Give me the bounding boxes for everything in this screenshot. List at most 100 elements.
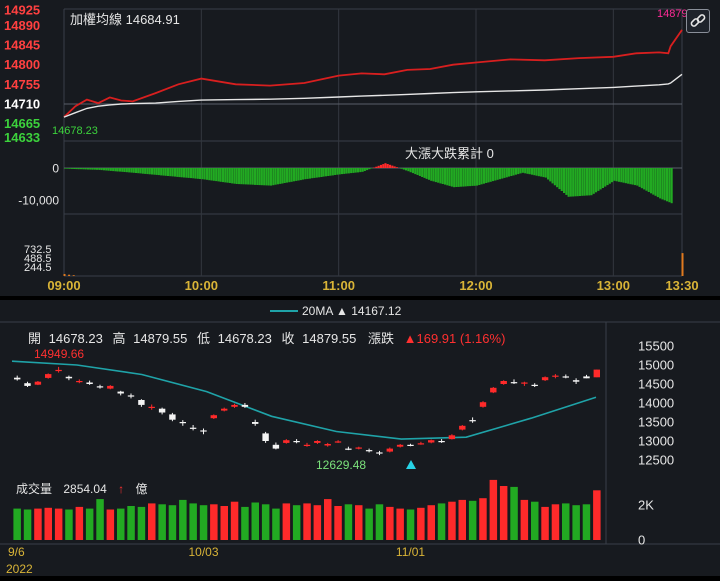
diff-bar — [217, 168, 219, 181]
diff-bar — [275, 168, 277, 185]
time-axis-label: 11:00 — [322, 278, 355, 293]
diff-bar — [384, 163, 386, 168]
diff-bar — [92, 168, 94, 170]
diff-bar — [85, 168, 87, 169]
diff-bar — [565, 168, 567, 195]
diff-bar — [593, 168, 595, 194]
diff-bar — [462, 168, 464, 187]
daily-volume-bar — [200, 505, 208, 540]
diff-bar — [128, 168, 130, 172]
diff-bar — [556, 168, 558, 187]
diff-bar — [103, 168, 105, 170]
diff-bar — [483, 168, 485, 184]
diff-bar — [339, 168, 341, 174]
diff-bar — [659, 168, 661, 198]
diff-bar — [176, 168, 178, 177]
diff-bar — [572, 168, 574, 197]
diff-bar — [446, 168, 448, 185]
period-low-label: 12629.48 — [316, 458, 366, 472]
daily-volume-bar — [428, 505, 436, 540]
diff-bar — [146, 168, 148, 174]
daily-volume-bar — [34, 509, 42, 540]
diff-bar — [323, 168, 325, 177]
diff-axis-label: 0 — [52, 162, 59, 176]
diff-bar — [192, 168, 194, 178]
diff-bar — [577, 168, 579, 196]
candle-body — [459, 426, 465, 430]
candle-body — [14, 378, 20, 380]
diff-bar — [485, 168, 487, 183]
intraday-content: 1492514890148451480014755147101466514633… — [4, 3, 699, 294]
diff-bar — [165, 168, 167, 176]
price-axis-label: 14925 — [4, 3, 40, 18]
diff-bar — [474, 168, 476, 186]
diff-bar — [439, 168, 441, 183]
diff-bar — [442, 168, 444, 184]
diff-bar — [112, 168, 114, 171]
diff-bar — [433, 168, 435, 181]
candle-body — [469, 420, 475, 421]
ohlc-summary: 開 14678.23 高 14879.55 低 14678.23 收 14879… — [28, 331, 505, 346]
diff-bar — [334, 168, 336, 175]
candle-body — [149, 407, 155, 408]
diff-bar — [201, 168, 203, 179]
diff-bar — [325, 168, 327, 176]
candle-body — [407, 445, 413, 446]
daily-volume-bar — [241, 507, 249, 540]
diff-bar — [355, 168, 357, 173]
diff-bar — [490, 168, 492, 182]
diff-bar — [620, 168, 622, 182]
diff-bar — [526, 168, 528, 174]
daily-volume-bar — [448, 502, 456, 540]
intraday-volume-bar — [64, 274, 66, 276]
stock-chart-screen: 1492514890148451480014755147101466514633… — [0, 0, 720, 576]
share-link-button[interactable] — [686, 9, 710, 33]
diff-bar — [517, 168, 519, 174]
diff-bar — [96, 168, 98, 170]
diff-bar — [252, 168, 254, 185]
diff-bar — [206, 168, 208, 180]
candle-body — [66, 377, 72, 379]
diff-bar — [460, 168, 462, 187]
diff-bar — [421, 168, 423, 177]
daily-price-axis-label: 15000 — [638, 358, 674, 373]
diff-bar — [590, 168, 592, 195]
diff-bar — [204, 168, 206, 180]
diff-bar — [256, 168, 258, 185]
candle-body — [262, 433, 268, 441]
diff-bar — [545, 168, 547, 178]
diff-bar — [588, 168, 590, 195]
intraday-volume-bar — [682, 253, 684, 276]
diff-bar — [561, 168, 563, 191]
candle-body — [376, 452, 382, 453]
diff-bar — [167, 168, 169, 176]
diff-bar — [641, 168, 643, 188]
diff-bar — [506, 168, 508, 177]
daily-volume-axis-label: 0 — [638, 533, 645, 548]
daily-volume-bar — [396, 509, 404, 540]
diff-bar — [183, 168, 185, 178]
diff-bar — [259, 168, 261, 185]
diff-bar — [121, 168, 123, 172]
diff-bar — [336, 168, 338, 175]
daily-volume-bar — [355, 505, 363, 540]
diff-bar — [389, 165, 391, 168]
diff-bar — [316, 168, 318, 178]
year-label: 2022 — [6, 562, 33, 576]
diff-bar — [492, 168, 494, 181]
intraday-chart: 1492514890148451480014755147101466514633… — [0, 0, 720, 296]
daily-volume-bar — [117, 509, 125, 540]
diff-bar — [579, 168, 581, 196]
time-axis-label: 12:00 — [459, 278, 492, 293]
diff-bar — [151, 168, 153, 175]
date-axis-label: 9/6 — [8, 545, 25, 559]
candle-body — [449, 435, 455, 439]
daily-price-axis-label: 14000 — [638, 396, 674, 411]
candle-body — [573, 380, 579, 382]
volume-value: 2854.04 — [63, 482, 107, 496]
diff-bar — [401, 168, 403, 169]
date-axis-label: 11/01 — [396, 545, 425, 559]
diff-bar — [346, 168, 348, 174]
diff-bar — [279, 168, 281, 184]
daily-volume-bar — [469, 501, 477, 540]
